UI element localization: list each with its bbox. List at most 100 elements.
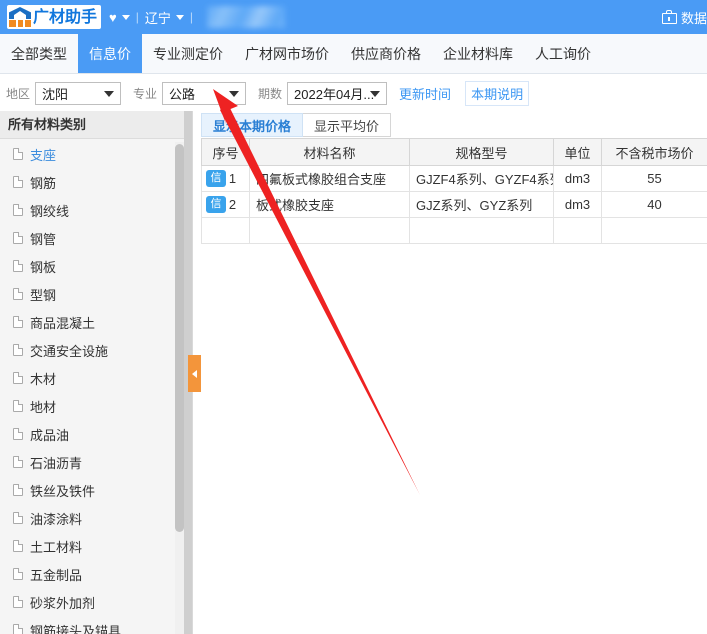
sidebar-item-label: 木材 <box>30 371 57 387</box>
sidebar-item-label: 钢板 <box>30 259 57 275</box>
price-excl-tax-cell: 40 <box>601 191 707 218</box>
row-index-cell: 信 1 <box>201 165 250 192</box>
region-select[interactable]: 沈阳 <box>35 81 122 105</box>
chevron-down-icon <box>104 91 115 97</box>
data-menu-label[interactable]: 数据 <box>681 8 707 27</box>
material-name-cell[interactable]: 板式橡胶支座 <box>249 191 410 218</box>
nav-item-market-price[interactable]: 广材网市场价 <box>234 34 340 73</box>
sidebar-item-youqituliao[interactable]: 油漆涂料 <box>0 504 192 532</box>
sidebar-item-wujinzhipin[interactable]: 五金制品 <box>0 560 192 588</box>
major-select[interactable]: 公路 <box>162 81 247 105</box>
period-note-button[interactable]: 本期说明 <box>465 80 530 106</box>
nav-item-info-price[interactable]: 信息价 <box>78 34 142 73</box>
nav-item-supplier-price[interactable]: 供应商价格 <box>340 34 432 73</box>
empty-cell <box>601 217 707 244</box>
sidebar-item-dicai[interactable]: 地材 <box>0 392 192 420</box>
file-icon <box>13 176 23 188</box>
region-select-value: 沈阳 <box>42 86 69 102</box>
chevron-left-icon <box>192 369 197 378</box>
material-spec-cell[interactable]: GJZF4系列、GYZF4系列 <box>409 165 554 192</box>
file-icon <box>13 484 23 496</box>
material-name-cell[interactable]: 四氟板式橡胶组合支座 <box>249 165 410 192</box>
column-header-name[interactable]: 材料名称 <box>249 138 410 166</box>
info-badge: 信 <box>206 196 226 213</box>
sidebar-item-label: 地材 <box>30 399 57 415</box>
major-select-value: 公路 <box>169 86 196 102</box>
material-spec-cell[interactable]: GJZ系列、GYZ系列 <box>409 191 554 218</box>
file-icon <box>13 204 23 216</box>
sidebar-item-label: 商品混凝土 <box>30 315 96 331</box>
sidebar-item-chengpinyou[interactable]: 成品油 <box>0 420 192 448</box>
province-selector-label[interactable]: 辽宁 <box>145 8 171 27</box>
sidebar-item-tiesijitiejian[interactable]: 铁丝及铁件 <box>0 476 192 504</box>
titlebar-right-actions: 数据 <box>661 0 707 34</box>
sidebar-item-mucai[interactable]: 木材 <box>0 364 192 392</box>
redacted-account-area <box>207 6 285 28</box>
period-select[interactable]: 2022年04月... <box>287 81 388 105</box>
sidebar-item-hunningtu[interactable]: 商品混凝土 <box>0 308 192 336</box>
category-list[interactable]: 支座 钢筋 钢绞线 钢管 钢板 型钢 商品混凝土 交通安全设施 木材 地材 成品… <box>0 140 192 634</box>
file-icon <box>13 316 23 328</box>
sidebar-collapse-handle[interactable] <box>188 355 201 392</box>
column-header-spec[interactable]: 规格型号 <box>409 138 554 166</box>
briefcase-icon[interactable] <box>661 10 677 24</box>
file-icon <box>13 148 23 160</box>
sidebar-item-zhizuo[interactable]: 支座 <box>0 140 192 168</box>
sidebar-item-tugongcailiao[interactable]: 土工材料 <box>0 532 192 560</box>
file-icon <box>13 540 23 552</box>
sidebar-item-shiyouliqing[interactable]: 石油沥青 <box>0 448 192 476</box>
column-header-price-excl-tax[interactable]: 不含税市场价 <box>601 138 707 166</box>
titlebar-divider-1: | <box>135 10 139 24</box>
nav-item-labor-inquiry[interactable]: 人工询价 <box>524 34 602 73</box>
sidebar-item-label: 钢绞线 <box>30 203 70 219</box>
file-icon <box>13 596 23 608</box>
period-select-value: 2022年04月... <box>294 86 375 102</box>
province-dropdown-caret-icon[interactable] <box>175 14 184 20</box>
file-icon <box>13 344 23 356</box>
table-empty-area <box>201 217 707 244</box>
price-tabs: 显示本期价格 显示平均价 <box>201 113 392 137</box>
filter-toolbar: 地区 沈阳 专业 公路 期数 2022年04月... 更新时间 本期说明 <box>0 75 707 111</box>
tab-current-period-price[interactable]: 显示本期价格 <box>201 113 304 137</box>
file-icon <box>13 428 23 440</box>
table-row[interactable]: 信 1 四氟板式橡胶组合支座 GJZF4系列、GYZF4系列 dm3 55 <box>201 165 707 192</box>
sidebar-item-label: 油漆涂料 <box>30 511 83 527</box>
sidebar-item-gangban[interactable]: 钢板 <box>0 252 192 280</box>
sidebar-item-label: 成品油 <box>30 427 70 443</box>
column-header-unit[interactable]: 单位 <box>553 138 602 166</box>
sidebar-item-label: 土工材料 <box>30 539 83 555</box>
chevron-down-icon <box>370 91 381 97</box>
sidebar-item-label: 五金制品 <box>30 567 83 583</box>
sidebar-item-label: 交通安全设施 <box>30 343 109 359</box>
materials-table: 序号 材料名称 规格型号 单位 不含税市场价 含税市场价 信 1 四 <box>201 138 707 244</box>
nav-item-enterprise-library[interactable]: 企业材料库 <box>432 34 524 73</box>
sidebar-scrollbar-thumb[interactable] <box>175 144 184 532</box>
update-time-button[interactable]: 更新时间 <box>399 84 451 103</box>
heart-icon[interactable]: ♥ <box>109 11 117 24</box>
sidebar-item-gangjiaoxian[interactable]: 钢绞线 <box>0 196 192 224</box>
table-header-row: 序号 材料名称 规格型号 单位 不含税市场价 含税市场价 <box>201 138 707 166</box>
nav-item-all-types[interactable]: 全部类型 <box>0 34 78 73</box>
sidebar-item-gangjin[interactable]: 钢筋 <box>0 168 192 196</box>
nav-item-professional-price[interactable]: 专业测定价 <box>142 34 234 73</box>
category-sidebar: 所有材料类别 支座 钢筋 钢绞线 钢管 钢板 型钢 商品混凝土 交通安全设施 木… <box>0 111 193 634</box>
material-unit-cell: dm3 <box>553 165 602 192</box>
table-row[interactable]: 信 2 板式橡胶支座 GJZ系列、GYZ系列 dm3 40 <box>201 191 707 218</box>
tab-average-price[interactable]: 显示平均价 <box>303 113 392 137</box>
sidebar-item-jiaotonganquan[interactable]: 交通安全设施 <box>0 336 192 364</box>
sidebar-item-shajiangwaijiaji[interactable]: 砂浆外加剂 <box>0 588 192 616</box>
heart-dropdown-caret-icon[interactable] <box>121 14 130 20</box>
file-icon <box>13 288 23 300</box>
sidebar-item-gangjinjietou[interactable]: 钢筋接头及锚具 <box>0 616 192 634</box>
sidebar-item-gangguan[interactable]: 钢管 <box>0 224 192 252</box>
row-index-number: 2 <box>228 197 237 212</box>
app-logo[interactable]: 广材助手 <box>7 5 102 29</box>
period-field-label: 期数 <box>258 86 283 101</box>
empty-cell <box>409 217 554 244</box>
main-nav: 全部类型 信息价 专业测定价 广材网市场价 供应商价格 企业材料库 人工询价 <box>0 34 707 74</box>
materials-table-wrap: 序号 材料名称 规格型号 单位 不含税市场价 含税市场价 信 1 四 <box>201 138 707 634</box>
sidebar-item-xinggang[interactable]: 型钢 <box>0 280 192 308</box>
file-icon <box>13 624 23 634</box>
column-header-index[interactable]: 序号 <box>201 138 250 166</box>
file-icon <box>13 400 23 412</box>
